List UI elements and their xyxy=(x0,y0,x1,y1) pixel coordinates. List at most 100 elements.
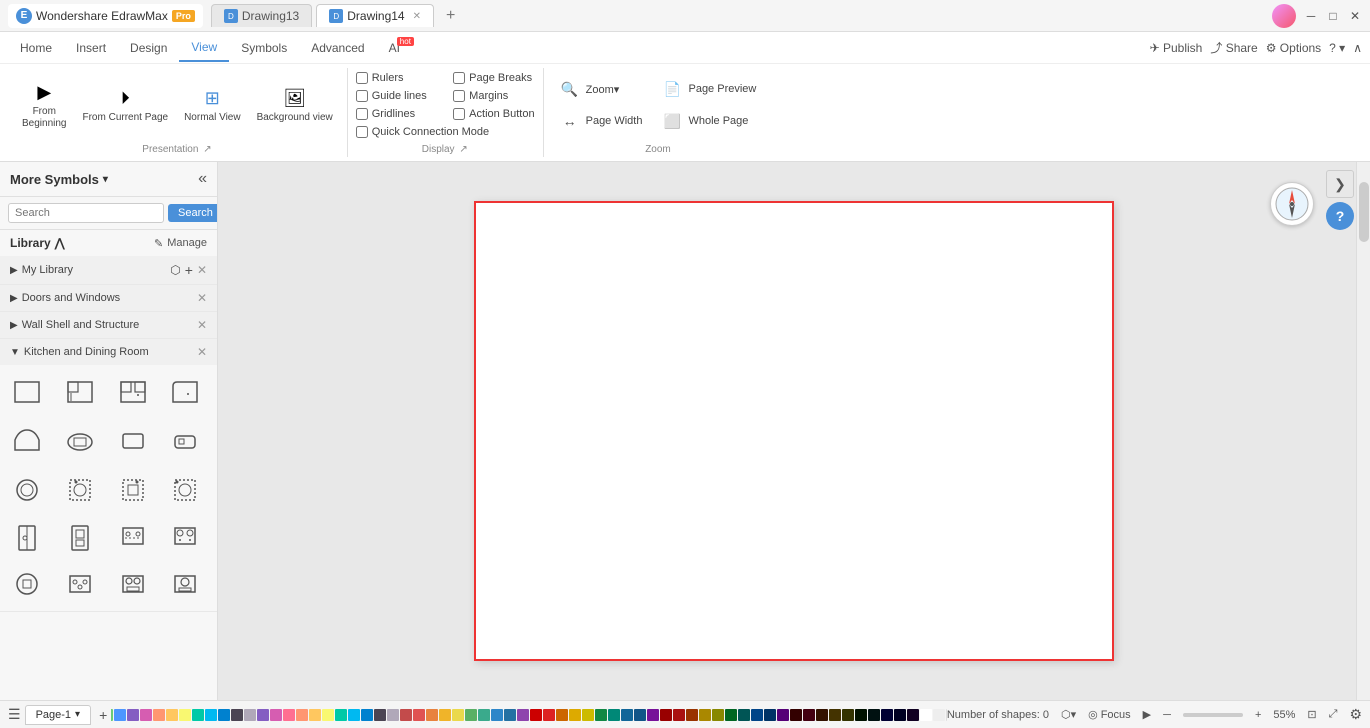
color-swatch[interactable] xyxy=(790,709,802,721)
color-swatch[interactable] xyxy=(920,709,932,721)
my-library-close-icon[interactable]: ✕ xyxy=(197,263,207,277)
color-swatch[interactable] xyxy=(322,709,334,721)
zoom-button[interactable]: 🔍 Zoom▾ xyxy=(552,75,651,103)
color-swatch[interactable] xyxy=(140,709,152,721)
help-button[interactable]: ? ▾ xyxy=(1329,41,1345,55)
settings-button[interactable]: ⚙ xyxy=(1349,706,1362,723)
color-swatch[interactable] xyxy=(517,709,529,721)
page-list-button[interactable]: ☰ xyxy=(8,706,21,723)
shape-style-button[interactable]: ⬡▾ xyxy=(1061,708,1076,721)
share-button[interactable]: ⤴ Share xyxy=(1210,39,1257,56)
color-swatch[interactable] xyxy=(712,709,724,721)
presentation-expand-icon[interactable]: ↗ xyxy=(202,145,212,155)
color-swatch[interactable] xyxy=(231,709,243,721)
color-swatch[interactable] xyxy=(111,709,112,721)
color-swatch[interactable] xyxy=(387,709,399,721)
collapse-ribbon-button[interactable]: ∧ xyxy=(1353,41,1362,55)
color-swatch[interactable] xyxy=(153,709,165,721)
tab-symbols[interactable]: Symbols xyxy=(229,35,299,61)
color-swatch[interactable] xyxy=(725,709,737,721)
maximize-button[interactable]: □ xyxy=(1326,9,1340,23)
tab-drawing14[interactable]: D Drawing14 ✕ xyxy=(316,4,434,27)
zoom-out-button[interactable]: ─ xyxy=(1163,709,1171,721)
color-swatch[interactable] xyxy=(842,709,854,721)
color-swatch[interactable] xyxy=(283,709,295,721)
expand-button[interactable]: ⤢ xyxy=(1329,708,1338,721)
color-swatch[interactable] xyxy=(608,709,620,721)
color-swatch[interactable] xyxy=(907,709,919,721)
symbol-item[interactable] xyxy=(110,513,156,559)
color-swatch[interactable] xyxy=(894,709,906,721)
color-swatch[interactable] xyxy=(270,709,282,721)
color-swatch[interactable] xyxy=(465,709,477,721)
action-button-input[interactable] xyxy=(453,108,465,120)
symbol-item[interactable] xyxy=(4,513,50,559)
my-library-export-icon[interactable]: ⬡ xyxy=(170,263,180,277)
rulers-checkbox[interactable]: Rulers xyxy=(356,72,437,84)
tab-view[interactable]: View xyxy=(179,34,229,62)
tab-advanced[interactable]: Advanced xyxy=(299,35,376,61)
page-preview-button[interactable]: 📄 Page Preview xyxy=(654,75,764,103)
close-button[interactable]: ✕ xyxy=(1348,9,1362,23)
quick-connection-checkbox[interactable]: Quick Connection Mode xyxy=(356,126,535,138)
vertical-scrollbar[interactable] xyxy=(1356,162,1370,700)
collapse-right-button[interactable]: ❯ xyxy=(1326,170,1354,198)
gridlines-checkbox[interactable]: Gridlines xyxy=(356,108,437,120)
margins-checkbox[interactable]: Margins xyxy=(453,90,534,102)
color-swatch[interactable] xyxy=(569,709,581,721)
symbol-item[interactable] xyxy=(110,465,156,511)
tab-insert[interactable]: Insert xyxy=(64,35,118,61)
color-swatch[interactable] xyxy=(491,709,503,721)
quick-connection-input[interactable] xyxy=(356,126,368,138)
color-swatch[interactable] xyxy=(452,709,464,721)
symbol-item[interactable] xyxy=(162,561,208,607)
symbol-item[interactable] xyxy=(4,417,50,463)
tab-close-icon[interactable]: ✕ xyxy=(413,11,421,22)
page-breaks-input[interactable] xyxy=(453,72,465,84)
library-title[interactable]: Library ⋀ xyxy=(10,236,65,250)
color-swatch[interactable] xyxy=(543,709,555,721)
margins-input[interactable] xyxy=(453,90,465,102)
color-swatch[interactable] xyxy=(621,709,633,721)
color-swatch[interactable] xyxy=(803,709,815,721)
color-swatch[interactable] xyxy=(738,709,750,721)
user-avatar[interactable] xyxy=(1272,4,1296,28)
color-swatch[interactable] xyxy=(816,709,828,721)
scrollbar-thumb[interactable] xyxy=(1359,182,1369,242)
kitchen-dining-close-icon[interactable]: ✕ xyxy=(197,345,207,359)
search-input[interactable] xyxy=(8,203,164,223)
normal-view-button[interactable]: ⊞ Normal View xyxy=(178,82,247,128)
compass[interactable] xyxy=(1270,182,1314,226)
color-swatch[interactable] xyxy=(582,709,594,721)
symbol-item[interactable] xyxy=(162,417,208,463)
color-swatch[interactable] xyxy=(881,709,893,721)
color-swatch[interactable] xyxy=(699,709,711,721)
doors-windows-header[interactable]: ▶ Doors and Windows ✕ xyxy=(0,285,217,311)
color-swatch[interactable] xyxy=(257,709,269,721)
color-swatch[interactable] xyxy=(660,709,672,721)
color-swatch[interactable] xyxy=(777,709,789,721)
wall-shell-header[interactable]: ▶ Wall Shell and Structure ✕ xyxy=(0,312,217,338)
my-library-add-icon[interactable]: + xyxy=(185,262,193,278)
page-tab-1[interactable]: Page-1 ▾ xyxy=(25,705,92,725)
color-swatch[interactable] xyxy=(855,709,867,721)
symbol-item[interactable] xyxy=(4,465,50,511)
from-current-button[interactable]: ⏵ From Current Page xyxy=(76,82,174,128)
rulers-input[interactable] xyxy=(356,72,368,84)
publish-button[interactable]: ✈ Publish xyxy=(1150,41,1203,55)
sidebar-collapse-button[interactable]: « xyxy=(198,170,207,188)
color-swatch[interactable] xyxy=(335,709,347,721)
color-swatch[interactable] xyxy=(595,709,607,721)
tab-design[interactable]: Design xyxy=(118,35,179,61)
color-swatch[interactable] xyxy=(244,709,256,721)
color-swatch[interactable] xyxy=(829,709,841,721)
color-swatch[interactable] xyxy=(686,709,698,721)
color-swatch[interactable] xyxy=(478,709,490,721)
symbol-item[interactable] xyxy=(4,369,50,415)
symbol-item[interactable] xyxy=(57,465,103,511)
background-view-button[interactable]: 🖼 Background view xyxy=(251,82,339,128)
color-swatch[interactable] xyxy=(192,709,204,721)
page-tab-dropdown-icon[interactable]: ▾ xyxy=(75,709,80,720)
tab-ai[interactable]: AIhot xyxy=(377,35,412,61)
symbol-item[interactable] xyxy=(57,417,103,463)
